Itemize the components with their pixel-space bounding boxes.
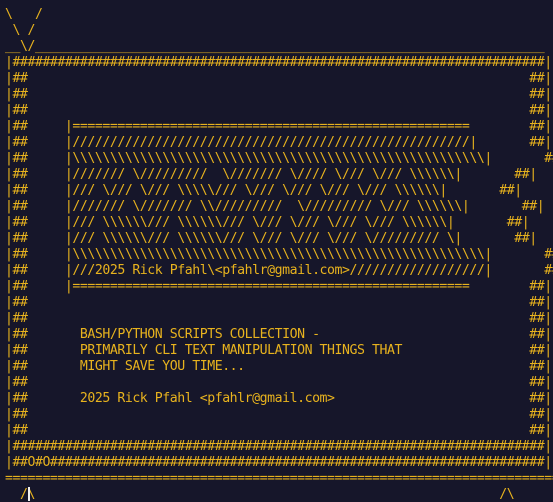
terminal-line: |## |\\\\\\\\\\\\\\\\\\\\\\\\\\\\\\\\\\\… (5, 151, 553, 166)
terminal-line: |## |===================================… (5, 119, 552, 134)
terminal-line: |## |///////////////////////////////////… (5, 135, 552, 150)
terminal-line: |## |/// \/// \/// \\\\\/// \/// \/// \/… (5, 183, 522, 198)
terminal-line: |#######################################… (5, 55, 552, 70)
terminal-line: |## 2025 Rick Pfahl <pfahlr@gmail.com> #… (5, 391, 552, 406)
terminal-line: |## ##| (5, 295, 552, 310)
text-cursor (28, 487, 30, 501)
terminal-line: |## BASH/PYTHON SCRIPTS COLLECTION - ##| (5, 327, 552, 342)
terminal-line: |## ##| (5, 375, 552, 390)
terminal-line: |## ##| (5, 423, 552, 438)
terminal-line: |## |===================================… (5, 279, 552, 294)
terminal-line: |## PRIMARILY CLI TEXT MANIPULATION THIN… (5, 343, 552, 358)
terminal-line: |## ##| (5, 71, 552, 86)
terminal-line: |## |///2025 Rick Pfahl\<pfahlr@gmail.co… (5, 263, 553, 278)
terminal-line: |## ##| (5, 87, 552, 102)
terminal-line: |## |/// \\\\\\/// \\\\\\/// \/// \/// \… (5, 231, 537, 246)
terminal-output: \ / \ / __\/_____________________________… (5, 7, 553, 502)
terminal-line: |#######################################… (5, 439, 552, 454)
terminal-line: ========================================… (5, 471, 553, 486)
terminal-line: \ / (5, 7, 43, 22)
terminal-line: |## MIGHT SAVE YOU TIME... ##| (5, 359, 552, 374)
terminal-line: |## |\\\\\\\\\\\\\\\\\\\\\\\\\\\\\\\\\\\… (5, 247, 553, 262)
terminal-window[interactable]: \ / \ / __\/_____________________________… (0, 0, 553, 502)
terminal-line: |## ##| (5, 311, 552, 326)
terminal-line: |##O#O##################################… (5, 455, 552, 470)
terminal-line: \ / (5, 23, 35, 38)
terminal-line: |## |/////// \/////// \\///////// \/////… (5, 199, 545, 214)
terminal-line: |## ##| (5, 103, 552, 118)
terminal-line: |## |/// \\\\\\/// \\\\\\/// \/// \/// \… (5, 215, 530, 230)
terminal-line: |## ##| (5, 407, 552, 422)
terminal-line: /\ /\ (5, 487, 515, 502)
terminal-line: __\/____________________________________… (5, 39, 545, 54)
terminal-line: |## |/////// \///////// \/////// \//// \… (5, 167, 537, 182)
